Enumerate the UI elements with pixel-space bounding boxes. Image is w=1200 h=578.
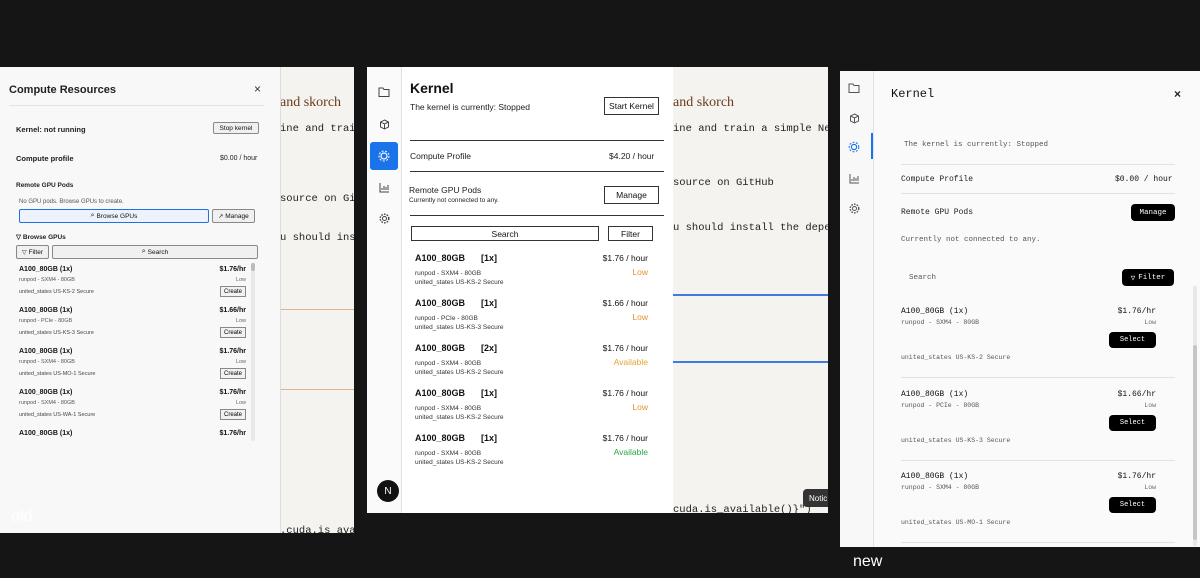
start-kernel-button[interactable]: Start Kernel — [604, 97, 659, 115]
compute-profile-value: $0.00 / hour — [220, 155, 258, 162]
close-icon[interactable]: × — [254, 82, 261, 96]
caption-figma: figma mockup — [404, 487, 492, 503]
kernel-label: Kernel: not running — [16, 125, 86, 134]
create-button[interactable]: Create — [220, 327, 246, 338]
remote-gpu-label: Remote GPU Pods — [901, 208, 974, 217]
gpu-list-item: A100_80GB (1x) $1.76/hr runpod - SXM4 - … — [19, 348, 246, 379]
availability-badge: Low — [632, 267, 648, 277]
chart-icon[interactable] — [371, 174, 397, 200]
scrollbar[interactable] — [251, 263, 255, 441]
avatar[interactable]: N — [377, 480, 399, 502]
gpu-list-item: A100_80GB (1x) $1.76/hr runpod - SXM4 - … — [19, 266, 246, 297]
gpu-list-item[interactable]: A100_80GB [1x] $1.76 / hour Low runpod -… — [415, 253, 648, 295]
search-button[interactable]: ⌕ Search — [52, 245, 258, 259]
remote-gpu-info: Currently not connected to any. — [901, 236, 1041, 244]
folder-icon[interactable] — [371, 79, 397, 105]
folder-icon[interactable] — [841, 75, 867, 101]
notice-toast[interactable]: Notic — [803, 489, 828, 507]
caption-old: old — [11, 508, 33, 525]
notebook-line: ine and train a simple Neural- — [280, 123, 354, 135]
filter-button[interactable]: ▽ Filter — [16, 245, 49, 259]
filter-button[interactable]: Filter — [608, 226, 653, 241]
availability-badge: Low — [632, 312, 648, 322]
notebook-source: source on Gi — [280, 193, 354, 205]
gpu-list-item[interactable]: A100_80GB [1x] $1.76 / hour Available ru… — [415, 433, 648, 475]
manage-button[interactable]: Manage — [1131, 204, 1175, 221]
gear-icon[interactable] — [841, 195, 867, 221]
figma-kernel-panel: Kernel The kernel is currently: Stopped … — [402, 67, 673, 513]
scrollbar-thumb[interactable] — [1193, 345, 1197, 540]
close-icon[interactable]: × — [1174, 87, 1181, 101]
create-button[interactable]: Create — [220, 286, 246, 297]
panel-title: Kernel — [410, 80, 454, 96]
search-button[interactable]: Search — [411, 226, 599, 241]
notebook-heading: and skorch — [673, 95, 735, 110]
remote-gpu-info: Currently not connected to any. — [409, 197, 499, 204]
gpu-list-item: A100_80GB (1x) $1.76/hr runpod - SXM4 - … — [901, 472, 1156, 526]
gpu-list-item[interactable]: A100_80GB [1x] $1.76 / hour Low runpod -… — [415, 388, 648, 430]
kernel-status: The kernel is currently: Stopped — [904, 141, 1049, 149]
filter-icon: ▽ — [16, 234, 23, 241]
select-button[interactable]: Select — [1109, 415, 1156, 431]
notebook-install: u should install the dependenc — [673, 222, 828, 234]
kernel-status: The kernel is currently: Stopped — [410, 102, 531, 112]
search-icon: ⌕ — [141, 248, 146, 255]
old-compute-panel: Compute Resources × Kernel: not running … — [0, 67, 281, 533]
browse-gpus-header: ▽ Browse GPUs — [16, 234, 66, 241]
select-button[interactable]: Select — [1109, 332, 1156, 348]
scrollbar-thumb[interactable] — [251, 263, 255, 271]
create-button[interactable]: Create — [220, 409, 246, 420]
manage-button[interactable]: Manage — [604, 186, 659, 204]
gpu-list-item: A100_80GB (1x) $1.76/hr runpod - SXM4 - … — [901, 307, 1156, 361]
notebook-line: ine and train a simple Neural- — [673, 123, 828, 135]
notebook-cuda: .cuda.is_availa — [280, 525, 354, 533]
compute-profile-value: $0.00 / hour — [1115, 175, 1173, 184]
filter-icon: ▽ — [21, 249, 27, 256]
search-icon: ⌕ — [90, 212, 95, 219]
gear-icon[interactable] — [371, 205, 397, 231]
remote-gpu-label: Remote GPU Pods — [409, 185, 482, 195]
cube-icon[interactable] — [841, 105, 867, 131]
figma-sidebar: N — [367, 67, 402, 513]
compute-profile-value: $4.20 / hour — [609, 151, 655, 161]
external-link-icon: ↗ — [218, 213, 224, 220]
availability-badge: Low — [632, 402, 648, 412]
stop-kernel-button[interactable]: Stop kernel — [213, 122, 259, 134]
select-button[interactable]: Select — [1109, 497, 1156, 513]
remote-gpu-info: No GPU pods. Browse GPUs to create. — [19, 199, 124, 205]
notebook-heading: and skorch — [280, 95, 342, 110]
compute-profile-label: Compute profile — [16, 154, 74, 163]
panel-title: Kernel — [891, 87, 935, 101]
chart-icon[interactable] — [841, 165, 867, 191]
cpu-icon[interactable] — [841, 134, 867, 160]
notebook-cuda: cuda.is_available()}") — [673, 504, 812, 513]
compute-profile-label: Compute Profile — [901, 175, 974, 184]
create-button[interactable]: Create — [220, 368, 246, 379]
figma-notebook-background: and skorch ine and train a simple Neural… — [673, 67, 828, 513]
manage-button[interactable]: ↗ Manage — [212, 209, 255, 223]
panel-title: Compute Resources — [9, 84, 116, 96]
availability-badge: Available — [613, 447, 648, 457]
new-sidebar — [840, 71, 874, 547]
cpu-icon[interactable] — [370, 142, 398, 170]
gpu-list-item: A100_80GB (1x) $1.76/hr runpod - SXM4 - … — [19, 389, 246, 420]
browse-gpus-button[interactable]: ⌕ Browse GPUs — [19, 209, 209, 223]
filter-icon: ▽ — [1130, 274, 1136, 283]
old-notebook-background: and skorch ine and train a simple Neural… — [280, 67, 354, 533]
gpu-list-item: A100_80GB (1x) $1.66/hr runpod - PCIe - … — [19, 307, 246, 338]
gpu-list-item[interactable]: A100_80GB [1x] $1.66 / hour Low runpod -… — [415, 298, 648, 340]
notebook-install: u should insta — [280, 232, 354, 244]
remote-gpu-label: Remote GPU Pods — [16, 182, 74, 189]
search-input[interactable]: Search — [909, 274, 936, 282]
gpu-list-item: A100_80GB (1x) $1.66/hr runpod - PCIe - … — [901, 390, 1156, 444]
notebook-source: source on GitHub — [673, 177, 774, 189]
filter-button[interactable]: ▽ Filter — [1122, 269, 1174, 286]
cube-icon[interactable] — [371, 111, 397, 137]
gpu-list-item[interactable]: A100_80GB [2x] $1.76 / hour Available ru… — [415, 343, 648, 385]
compute-profile-label: Compute Profile — [410, 151, 471, 161]
caption-new: new — [853, 553, 883, 570]
new-kernel-panel: Kernel × The kernel is currently: Stoppe… — [874, 71, 1200, 547]
availability-badge: Available — [613, 357, 648, 367]
